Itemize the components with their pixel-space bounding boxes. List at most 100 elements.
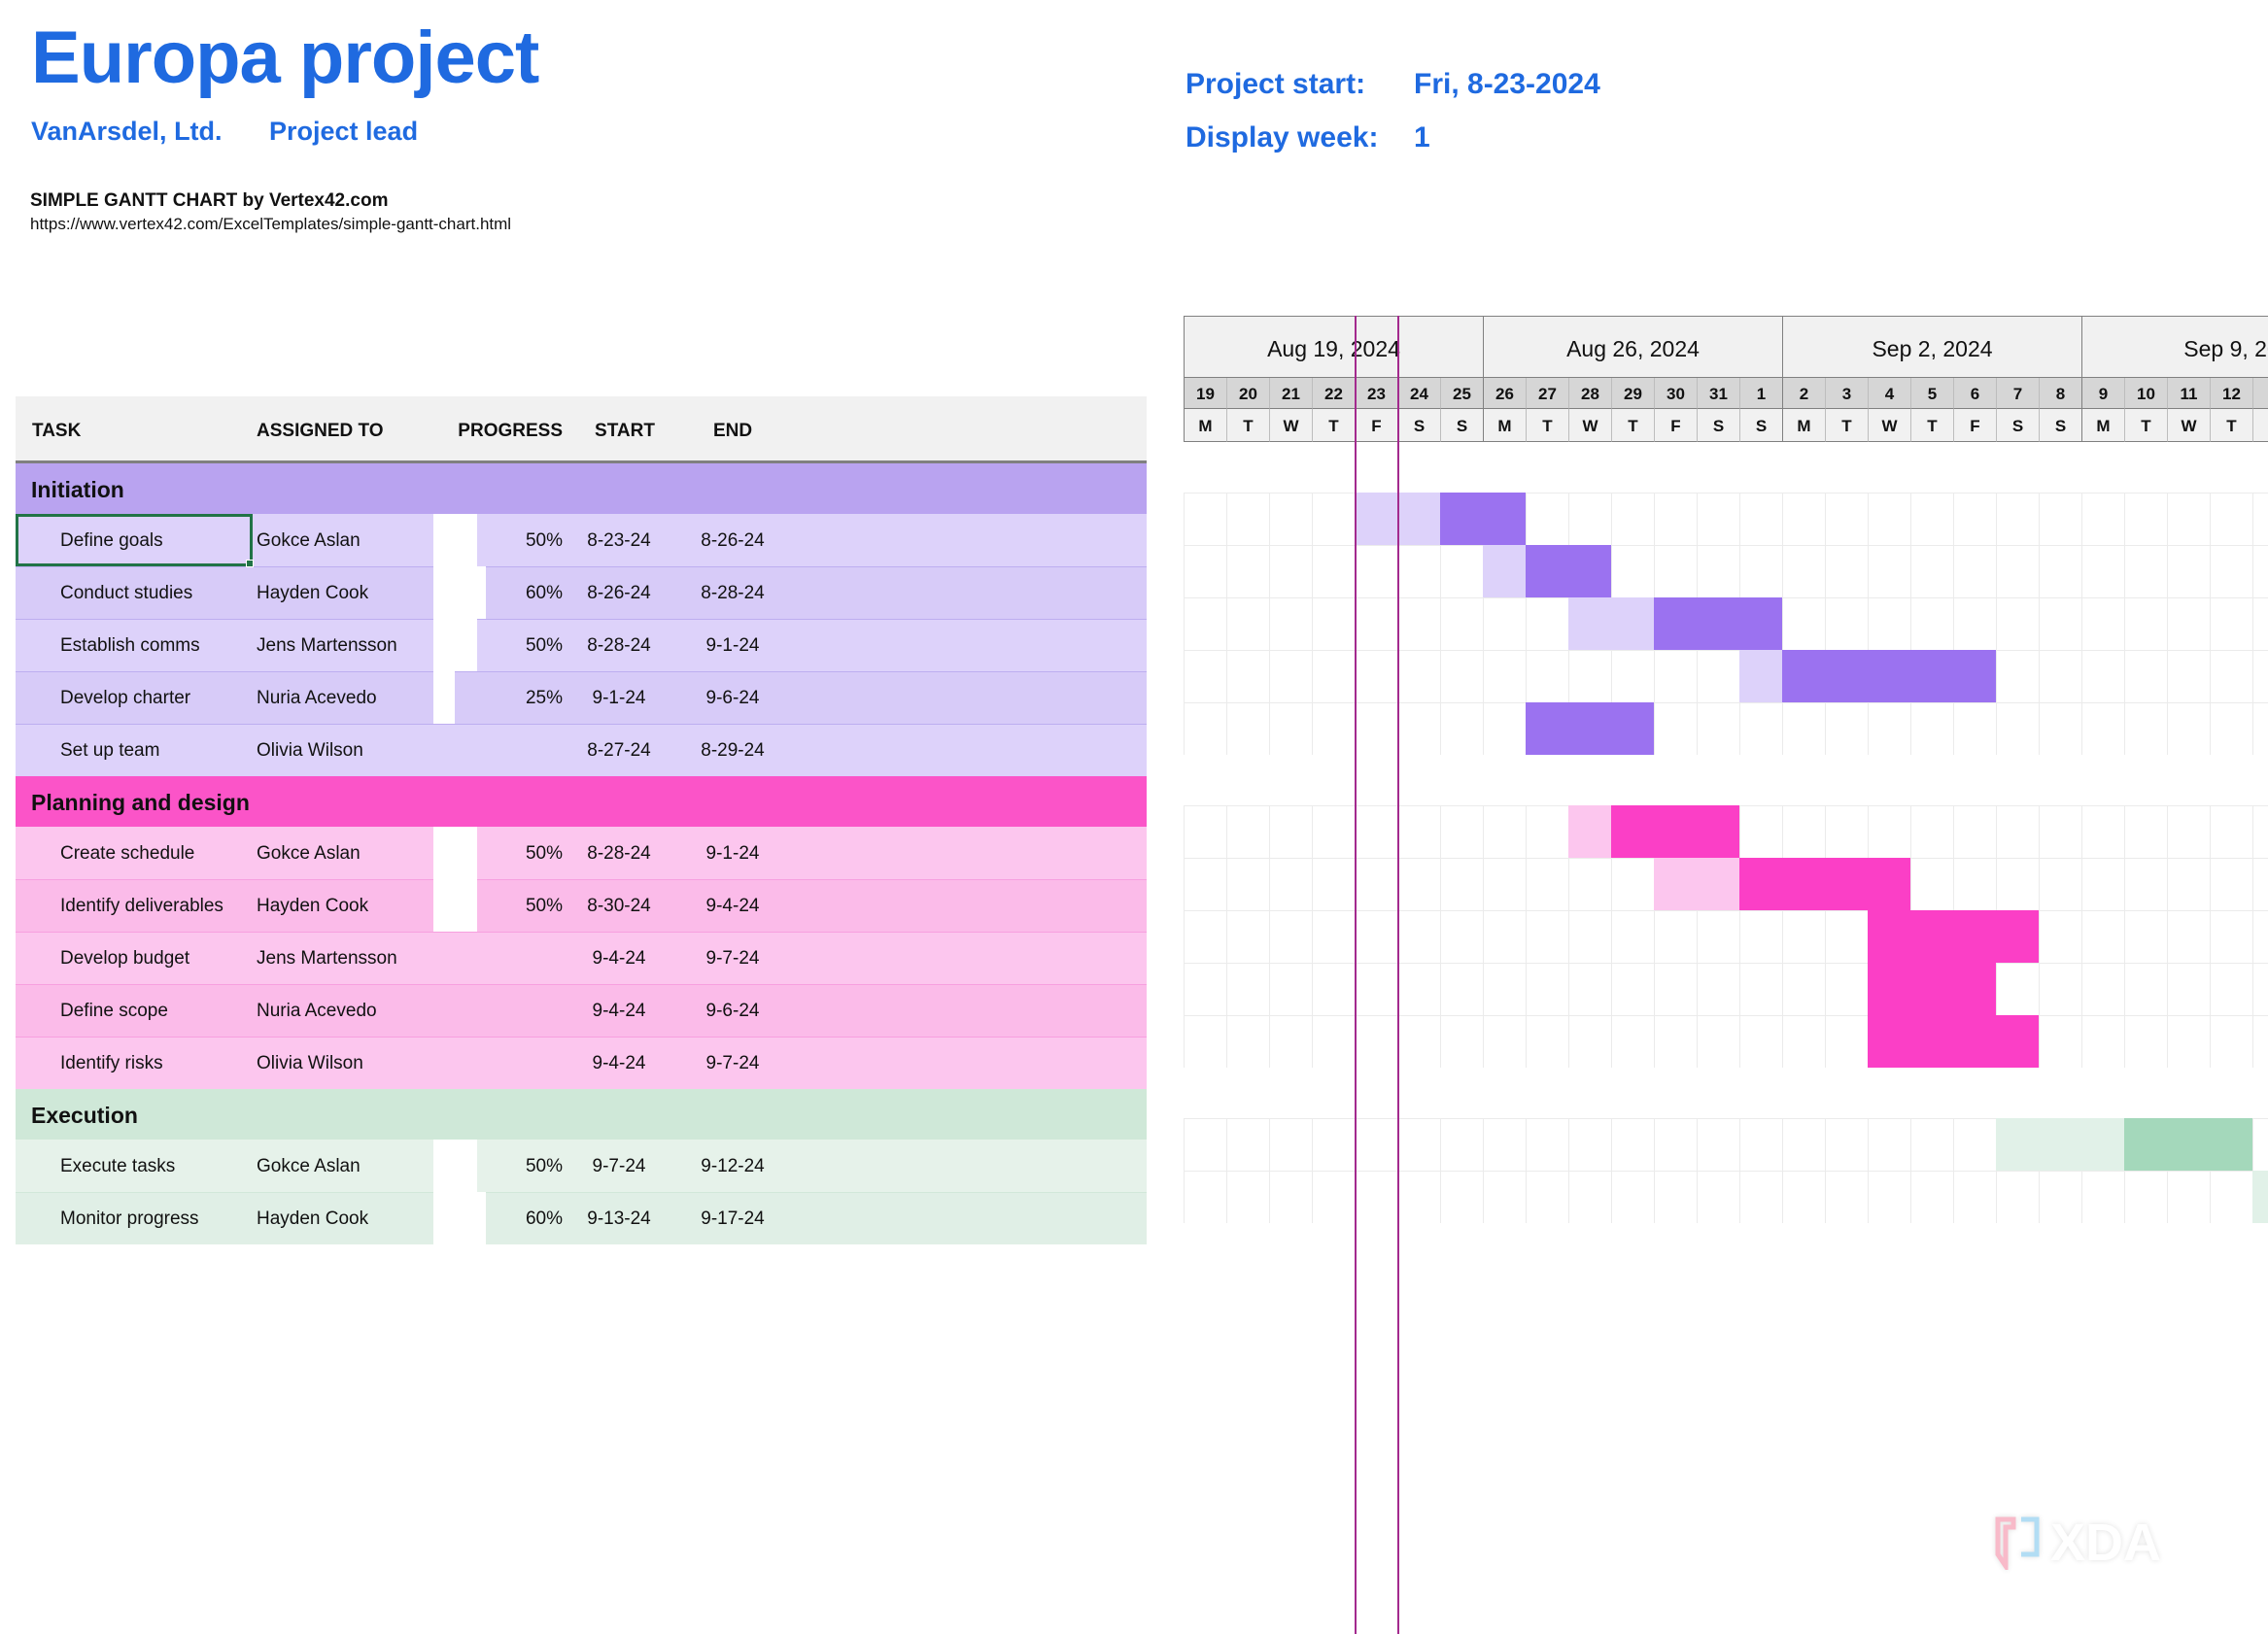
start-date-cell[interactable]: 9-4-24 — [570, 932, 668, 984]
task-name-cell[interactable]: Set up team — [60, 724, 159, 776]
gantt-bar-remaining[interactable] — [1739, 858, 1910, 910]
end-date-cell[interactable]: 8-28-24 — [684, 566, 781, 619]
table-row[interactable]: Establish commsJens Martensson50%8-28-24… — [16, 619, 1147, 671]
gantt-bar-complete[interactable] — [2252, 1171, 2268, 1223]
task-name-cell[interactable]: Define scope — [60, 984, 168, 1037]
table-row[interactable]: Develop charter Nuria Acevedo 25%9-1-24 9-6… — [16, 671, 1147, 724]
table-row[interactable]: Monitor progress Hayden Cook 60%9-13-24 9-1… — [16, 1192, 1147, 1244]
group-header-execution[interactable]: Execution — [16, 1089, 1147, 1140]
progress-cell[interactable] — [451, 984, 563, 1037]
task-name-cell[interactable]: Identify deliverables — [60, 879, 223, 932]
progress-cell[interactable]: 50% — [451, 1140, 563, 1192]
project-lead-label[interactable]: Project lead — [269, 117, 418, 147]
column-header-progress[interactable]: PROGRESS — [451, 396, 563, 460]
start-date-cell[interactable]: 8-28-24 — [570, 827, 668, 879]
end-date-cell[interactable]: 8-26-24 — [684, 514, 781, 566]
task-name-cell[interactable]: Identify risks — [60, 1037, 163, 1089]
start-date-cell[interactable]: 8-30-24 — [570, 879, 668, 932]
task-name-cell[interactable]: Define goals — [60, 514, 163, 566]
column-header-end[interactable]: END — [695, 396, 771, 460]
progress-cell[interactable]: 60% — [451, 566, 563, 619]
start-date-cell[interactable]: 9-13-24 — [570, 1192, 668, 1244]
task-name-cell[interactable]: Develop budget — [60, 932, 189, 984]
gantt-bar-remaining[interactable] — [1440, 493, 1526, 545]
company-name[interactable]: VanArsdel, Ltd. — [31, 117, 223, 147]
assigned-to-cell[interactable]: Jens Martensson — [257, 619, 397, 671]
column-header-start[interactable]: START — [582, 396, 668, 460]
end-date-cell[interactable]: 8-29-24 — [684, 724, 781, 776]
group-header-planning-and-design[interactable]: Planning and design — [16, 776, 1147, 827]
end-date-cell[interactable]: 9-1-24 — [684, 619, 781, 671]
group-header-initiation[interactable]: Initiation — [16, 463, 1147, 514]
end-date-cell[interactable]: 9-7-24 — [684, 1037, 781, 1089]
table-row[interactable]: Conduct studies Hayden Cook 60%8-26-24 8-28… — [16, 566, 1147, 619]
progress-cell[interactable]: 50% — [451, 619, 563, 671]
table-row[interactable]: Define scopeNuria Acevedo9-4-249-6-24 — [16, 984, 1147, 1037]
progress-cell[interactable]: 50% — [451, 514, 563, 566]
gantt-bar-remaining[interactable] — [1611, 805, 1739, 858]
template-credit-url[interactable]: https://www.vertex42.com/ExcelTemplates/… — [30, 215, 511, 234]
assigned-to-cell[interactable]: Hayden Cook — [257, 566, 368, 619]
start-date-cell[interactable]: 9-4-24 — [570, 984, 668, 1037]
gantt-bar-complete[interactable] — [1483, 545, 1526, 597]
start-date-cell[interactable]: 8-23-24 — [570, 514, 668, 566]
assigned-to-cell[interactable]: Nuria Acevedo — [257, 984, 377, 1037]
display-week-value[interactable]: 1 — [1414, 121, 1430, 154]
end-date-cell[interactable]: 9-4-24 — [684, 879, 781, 932]
end-date-cell[interactable]: 9-12-24 — [684, 1140, 781, 1192]
task-name-cell[interactable]: Monitor progress — [60, 1192, 199, 1244]
column-header-task[interactable]: TASK — [32, 396, 81, 460]
assigned-to-cell[interactable]: Hayden Cook — [257, 879, 368, 932]
progress-cell[interactable]: 25% — [451, 671, 563, 724]
task-name-cell[interactable]: Execute tasks — [60, 1140, 175, 1192]
assigned-to-cell[interactable]: Olivia Wilson — [257, 1037, 363, 1089]
start-date-cell[interactable]: 8-26-24 — [570, 566, 668, 619]
task-name-cell[interactable]: Develop charter — [60, 671, 190, 724]
end-date-cell[interactable]: 9-1-24 — [684, 827, 781, 879]
end-date-cell[interactable]: 9-17-24 — [684, 1192, 781, 1244]
table-row[interactable]: Identify deliverablesHayden Cook50%8-30-… — [16, 879, 1147, 932]
assigned-to-cell[interactable]: Olivia Wilson — [257, 724, 363, 776]
gantt-bar-complete[interactable] — [1739, 650, 1782, 702]
table-row[interactable]: Execute tasks Gokce Aslan 50%9-7-24 9-12-24 — [16, 1140, 1147, 1192]
gantt-bar-remaining[interactable] — [1654, 597, 1782, 650]
task-name-cell[interactable]: Establish comms — [60, 619, 200, 671]
gantt-bar-remaining[interactable] — [1868, 1015, 2039, 1068]
task-name-cell[interactable]: Conduct studies — [60, 566, 192, 619]
table-row[interactable]: Create schedule Gokce Aslan 50%8-28-24 9-1-… — [16, 827, 1147, 879]
gantt-bar-complete[interactable] — [1568, 597, 1654, 650]
gantt-bar-complete[interactable] — [1654, 858, 1739, 910]
assigned-to-cell[interactable]: Gokce Aslan — [257, 514, 361, 566]
gantt-bar-complete[interactable] — [1568, 805, 1611, 858]
table-row[interactable]: Develop budget Jens Martensson 9-4-24 9-7-2… — [16, 932, 1147, 984]
task-name-cell[interactable]: Create schedule — [60, 827, 194, 879]
progress-cell[interactable]: 60% — [451, 1192, 563, 1244]
progress-cell[interactable] — [451, 724, 563, 776]
gantt-bar-remaining[interactable] — [1526, 702, 1654, 755]
progress-cell[interactable] — [451, 1037, 563, 1089]
assigned-to-cell[interactable]: Gokce Aslan — [257, 1140, 361, 1192]
end-date-cell[interactable]: 9-7-24 — [684, 932, 781, 984]
end-date-cell[interactable]: 9-6-24 — [684, 671, 781, 724]
table-row[interactable]: Define goals Gokce Aslan 50%8-23-24 8-26-24 — [16, 514, 1147, 566]
gantt-bar-remaining[interactable] — [1526, 545, 1611, 597]
start-date-cell[interactable]: 9-7-24 — [570, 1140, 668, 1192]
table-row[interactable]: Set up team Olivia Wilson 8-27-24 8-29-24 — [16, 724, 1147, 776]
column-header-assigned[interactable]: ASSIGNED TO — [257, 396, 384, 460]
assigned-to-cell[interactable]: Gokce Aslan — [257, 827, 361, 879]
assigned-to-cell[interactable]: Hayden Cook — [257, 1192, 368, 1244]
gantt-bar-remaining[interactable] — [1782, 650, 1996, 702]
start-date-cell[interactable]: 9-4-24 — [570, 1037, 668, 1089]
gantt-bar-remaining[interactable] — [1868, 910, 2039, 963]
project-start-value[interactable]: Fri, 8-23-2024 — [1414, 68, 1600, 101]
assigned-to-cell[interactable]: Nuria Acevedo — [257, 671, 377, 724]
start-date-cell[interactable]: 9-1-24 — [570, 671, 668, 724]
table-row[interactable]: Identify risks Olivia Wilson 9-4-24 9-7-24 — [16, 1037, 1147, 1089]
gantt-bar-remaining[interactable] — [2124, 1118, 2252, 1171]
gantt-bar-complete[interactable] — [1996, 1118, 2124, 1171]
gantt-bar-remaining[interactable] — [1868, 963, 1996, 1015]
progress-cell[interactable] — [451, 932, 563, 984]
progress-cell[interactable]: 50% — [451, 827, 563, 879]
start-date-cell[interactable]: 8-27-24 — [570, 724, 668, 776]
assigned-to-cell[interactable]: Jens Martensson — [257, 932, 397, 984]
